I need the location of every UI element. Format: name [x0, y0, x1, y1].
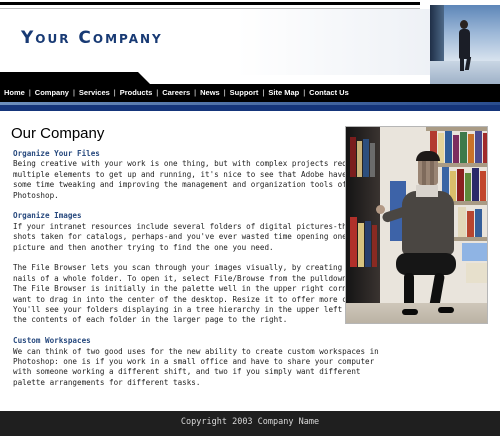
nav-notch — [0, 72, 150, 84]
photo-person-skirt — [396, 253, 456, 275]
photo-book — [363, 139, 369, 177]
photo-book — [453, 135, 459, 163]
header-photo-person-head — [460, 20, 468, 29]
main-nav: Home | Company | Services | Products | C… — [0, 84, 500, 102]
nav-list: Home | Company | Services | Products | C… — [4, 88, 349, 98]
page-title: Our Company — [11, 125, 105, 142]
photo-book — [475, 131, 482, 163]
nav-separator: | — [113, 88, 116, 97]
paragraph-line: Photoshop. — [13, 190, 59, 200]
nav-item-home[interactable]: Home — [4, 88, 25, 98]
nav-item-careers[interactable]: Careers — [162, 88, 190, 98]
photo-book — [480, 171, 486, 201]
paragraph-line: shots taken for catalogs, perhaps-and yo… — [13, 232, 347, 242]
photo-person-hand — [376, 205, 385, 214]
photo-book — [358, 223, 364, 267]
photo-person-shoe — [402, 309, 418, 315]
paragraph-line: nails of a whole folder. To open it, sel… — [13, 273, 375, 283]
footer-copyright: Copyright 2003 Company Name — [180, 417, 320, 427]
photo-book — [457, 169, 464, 201]
photo-person-hair — [416, 151, 440, 161]
nav-accent-highlight — [0, 102, 500, 105]
photo-book — [466, 263, 487, 283]
photo-person-jacket — [402, 191, 454, 255]
paragraph-line: Photoshop: one is if you work in a small… — [13, 357, 375, 367]
nav-item-news[interactable]: News — [200, 88, 220, 98]
side-photo — [345, 126, 488, 324]
nav-separator: | — [303, 88, 306, 97]
paragraph-line: multiple elements to get up and running,… — [13, 169, 375, 179]
nav-item-services[interactable]: Services — [79, 88, 110, 98]
photo-book — [468, 134, 474, 163]
company-logo[interactable]: Your Company — [21, 29, 163, 47]
nav-separator: | — [156, 88, 159, 97]
paragraph-line: some time tweaking and improving the man… — [13, 180, 347, 190]
nav-item-support[interactable]: Support — [230, 88, 259, 98]
paragraph-line: If your intranet resources include sever… — [13, 221, 393, 231]
photo-person-shoe — [438, 307, 454, 313]
photo-book — [472, 168, 479, 201]
photo-book — [462, 243, 487, 261]
section-heading-organize-files: Organize Your Files — [13, 149, 100, 158]
paragraph-line: want to drag in into the center of the d… — [13, 294, 384, 304]
paragraph-line: The File Browser is initially in the pal… — [13, 284, 407, 294]
photo-person-collar — [416, 185, 438, 197]
nav-separator: | — [194, 88, 197, 97]
photo-book — [372, 225, 377, 267]
paragraph-line: You'll see your folders displaying in a … — [13, 305, 402, 315]
nav-item-products[interactable]: Products — [120, 88, 153, 98]
photo-book — [445, 131, 452, 163]
photo-book — [465, 173, 471, 201]
photo-book — [365, 221, 371, 267]
photo-book — [483, 133, 487, 163]
photo-book — [350, 217, 357, 267]
nav-item-site-map[interactable]: Site Map — [268, 88, 299, 98]
photo-book — [467, 211, 474, 237]
nav-item-contact-us[interactable]: Contact Us — [309, 88, 349, 98]
header-top-rule — [0, 2, 420, 5]
page-footer: Copyright 2003 Company Name — [0, 411, 500, 436]
paragraph-line: the contents of each folder in the large… — [13, 315, 288, 325]
header-photo — [430, 5, 500, 84]
section-heading-custom-workspaces: Custom Workspaces — [13, 336, 91, 346]
photo-person-face-pixelated — [418, 157, 438, 185]
photo-book — [458, 207, 466, 237]
header-photo-person-leg — [460, 57, 464, 71]
nav-separator: | — [28, 88, 31, 97]
paragraph-line: with someone working a different shift, … — [13, 367, 361, 377]
nav-separator: | — [262, 88, 265, 97]
photo-book — [357, 141, 362, 177]
main-content: Organize Your Files Being creative with … — [13, 149, 407, 388]
photo-book — [475, 209, 482, 237]
paragraph-line: The File Browser lets you scan through y… — [13, 263, 375, 273]
section-heading-organize-images: Organize Images — [13, 211, 82, 221]
nav-separator: | — [72, 88, 75, 97]
page-header: Your Company — [0, 0, 500, 84]
paragraph-line: Being creative with your work is one thi… — [13, 159, 375, 169]
paragraph-line: palette arrangements for different tasks… — [13, 377, 201, 387]
header-photo-person-body — [459, 29, 470, 59]
nav-separator: | — [223, 88, 226, 97]
nav-item-company[interactable]: Company — [35, 88, 69, 98]
paragraph-line: We can think of two good uses for the ne… — [13, 346, 379, 356]
photo-book — [460, 132, 467, 163]
photo-book — [370, 143, 375, 177]
paragraph-line: picture and then another trying to find … — [13, 242, 274, 252]
photo-book — [350, 137, 356, 177]
